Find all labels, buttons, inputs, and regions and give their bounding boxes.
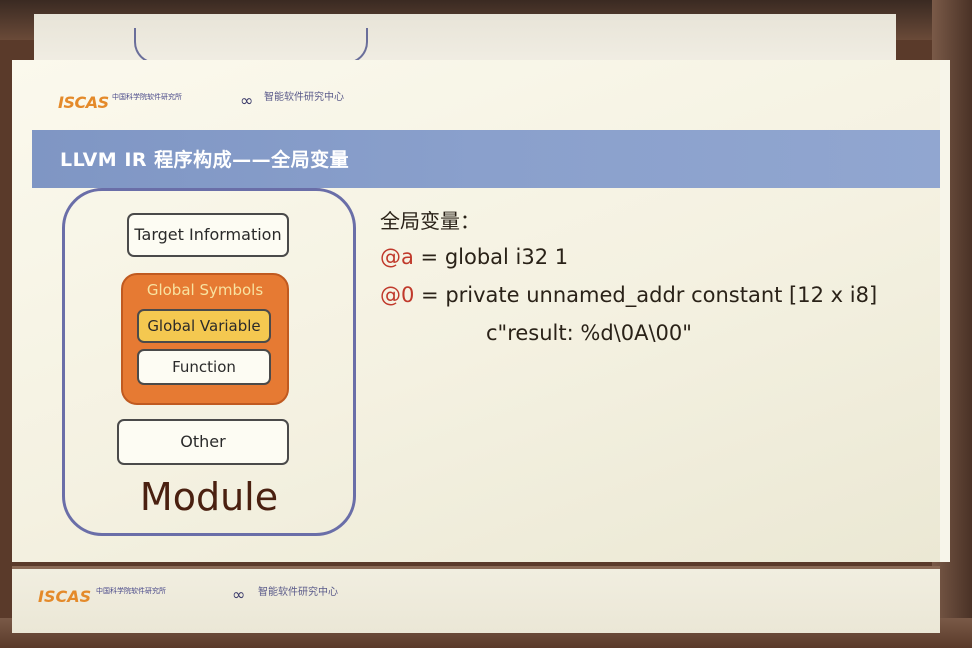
module-diagram: Target Information Global Symbols Global… (62, 188, 356, 536)
previous-slide-shape (134, 28, 368, 64)
target-information-box: Target Information (127, 213, 289, 257)
iscas-logo-subtext: 中国科学院软件研究所 (112, 93, 182, 101)
next-slide-strip: ISCAS 中国科学院软件研究所 ∞ 智能软件研究中心 (12, 566, 940, 633)
title-band: LLVM IR 程序构成——全局变量 (32, 130, 940, 188)
bottom-isrc-logo-icon: ∞ (232, 585, 246, 604)
function-box: Function (137, 349, 271, 385)
bottom-isrc-logo-text: 智能软件研究中心 (258, 587, 338, 598)
slide-title: LLVM IR 程序构成——全局变量 (60, 149, 350, 171)
bottom-iscas-logo-subtext: 中国科学院软件研究所 (96, 587, 166, 595)
isrc-logo-text: 智能软件研究中心 (264, 92, 344, 103)
code-line-1: @a = global i32 1 (380, 245, 568, 269)
bottom-iscas-logo: ISCAS (38, 587, 92, 606)
code-symbol-a: @a (380, 245, 414, 269)
logo-bar: ISCAS 中国科学院软件研究所 ∞ 智能软件研究中心 (12, 60, 940, 112)
other-box: Other (117, 419, 289, 465)
code-heading: 全局变量： (380, 209, 480, 233)
code-line-2: @0 = private unnamed_addr constant [12 x… (380, 283, 877, 307)
module-label: Module (139, 475, 279, 519)
global-symbols-label: Global Symbols (146, 281, 264, 299)
code-line-1-rest: = global i32 1 (413, 245, 569, 269)
code-line-3: c"result: %d\0A\00" (486, 321, 692, 345)
iscas-logo: ISCAS (58, 93, 109, 112)
projected-slide: ISCAS 中国科学院软件研究所 ∞ 智能软件研究中心 LLVM IR 程序构成… (12, 60, 950, 562)
global-symbols-box: Global Symbols Global Variable Function (121, 273, 289, 405)
code-symbol-0: @0 (380, 283, 415, 307)
code-line-2-rest: = private unnamed_addr constant [12 x i8… (414, 283, 878, 307)
global-variable-box: Global Variable (137, 309, 271, 343)
isrc-logo-icon: ∞ (240, 91, 254, 110)
